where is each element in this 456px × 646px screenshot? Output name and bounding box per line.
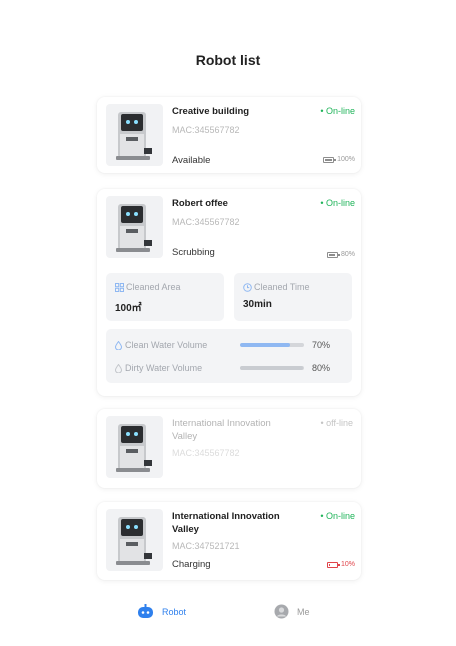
- cleaned-area-value: 100㎡: [115, 303, 142, 314]
- connection-status-badge: • On-line: [320, 511, 355, 521]
- robot-mac-address: MAC:347521721: [172, 541, 240, 551]
- tab-me-label: Me: [297, 606, 310, 617]
- tab-robot-label: Robot: [162, 606, 187, 617]
- page-title: Robot list: [195, 52, 261, 68]
- cleaned-area-box: Cleaned Area 100㎡: [106, 273, 224, 321]
- clean-water-percent: 70%: [312, 340, 331, 350]
- avatar-icon: [274, 604, 289, 619]
- robot-work-status: Charging: [172, 559, 211, 570]
- cleaned-area-label: Cleaned Area: [126, 282, 181, 292]
- battery-indicator: 100%: [323, 156, 355, 163]
- bottom-tab-bar: Robot Me: [0, 604, 456, 628]
- robot-image: [106, 196, 163, 258]
- clean-water-row: Clean Water Volume 70%: [115, 338, 345, 352]
- clean-water-bar-fill: [240, 343, 290, 347]
- connection-status-badge: • On-line: [320, 106, 355, 116]
- clean-water-label: Clean Water Volume: [125, 340, 208, 350]
- dirty-water-row: Dirty Water Volume 80%: [115, 361, 345, 375]
- water-drop-icon: [115, 340, 122, 350]
- robot-card-creative-building[interactable]: Creative building • On-line MAC:34556778…: [97, 97, 361, 173]
- battery-icon: [323, 156, 337, 163]
- robot-name: Robert offee: [172, 198, 228, 209]
- battery-icon: [326, 251, 340, 258]
- dirty-water-bar: [240, 366, 304, 370]
- robot-work-status: Scrubbing: [172, 247, 215, 258]
- water-volume-panel: Clean Water Volume 70% Dirty Water Volum…: [106, 329, 352, 383]
- clock-icon: [243, 282, 252, 292]
- tab-robot[interactable]: Robot: [137, 604, 186, 619]
- connection-status-badge: • off-line: [320, 418, 353, 428]
- robot-card-offline[interactable]: International Innovation Valley • off-li…: [97, 409, 361, 488]
- robot-image: [106, 509, 163, 571]
- cleaned-time-box: Cleaned Time 30min: [234, 273, 352, 321]
- cleaned-time-value: 30min: [243, 299, 272, 310]
- robot-mac-address: MAC:345567782: [172, 217, 240, 227]
- robot-name: International Innovation Valley: [172, 418, 271, 442]
- dirty-water-bar-fill: [240, 366, 303, 370]
- battery-indicator: 10%: [326, 561, 355, 568]
- robot-mac-address: MAC:345567782: [172, 448, 240, 458]
- water-drop-icon: [115, 363, 122, 373]
- clean-water-bar: [240, 343, 304, 347]
- connection-status-badge: • On-line: [320, 198, 355, 208]
- robot-name: Creative building: [172, 106, 250, 117]
- tab-me[interactable]: Me: [274, 604, 310, 619]
- robot-face-icon: [138, 604, 153, 618]
- robot-image: [106, 416, 163, 478]
- dirty-water-percent: 80%: [312, 363, 331, 373]
- robot-image: [106, 104, 163, 166]
- robot-card-robert-offee[interactable]: Robert offee • On-line MAC:345567782 Scr…: [97, 189, 361, 396]
- dirty-water-label: Dirty Water Volume: [125, 363, 203, 373]
- robot-work-status: Available: [172, 155, 211, 166]
- robot-name: International Innovation Valley: [172, 511, 280, 535]
- battery-icon: [326, 561, 340, 568]
- battery-indicator: 80%: [326, 251, 355, 258]
- robot-card-international-innovation-valley[interactable]: International Innovation Valley • On-lin…: [97, 502, 361, 580]
- robot-mac-address: MAC:345567782: [172, 125, 240, 135]
- grid-area-icon: [115, 282, 124, 292]
- cleaned-time-label: Cleaned Time: [254, 282, 310, 292]
